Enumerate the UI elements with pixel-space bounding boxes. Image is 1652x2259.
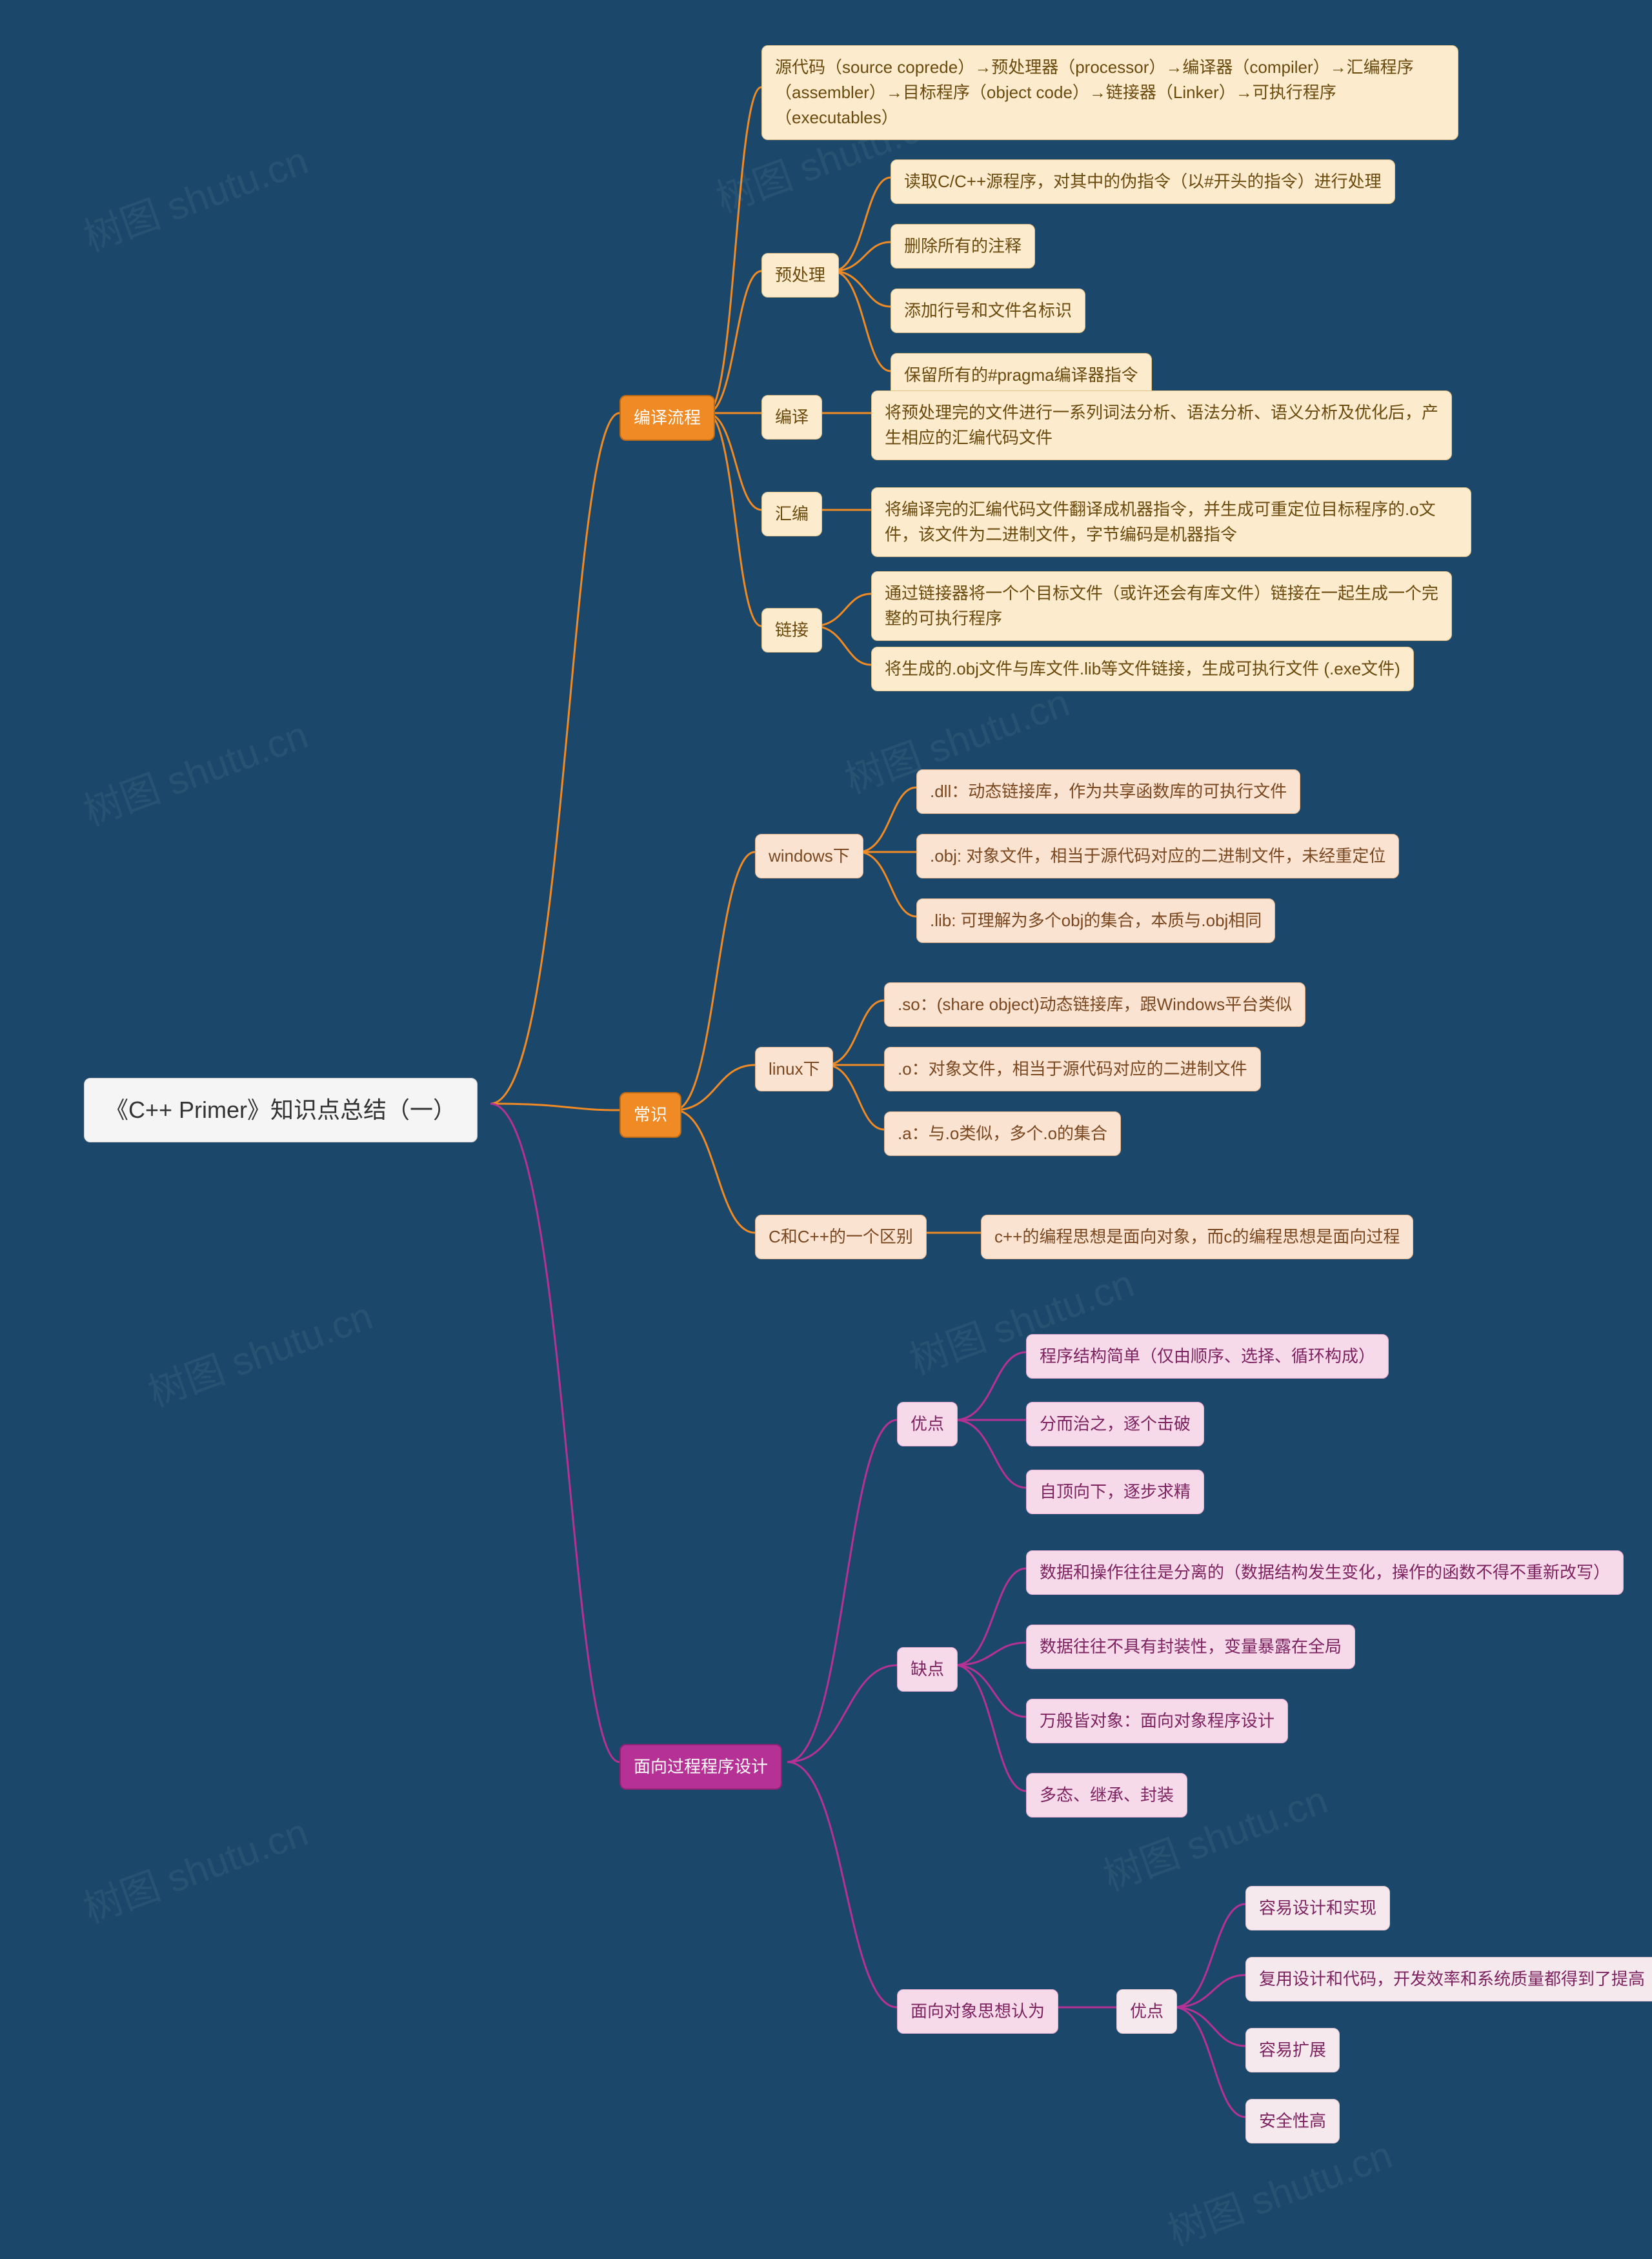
watermark: 树图 shutu.cn [75, 1801, 314, 1934]
leaf-pros-0: 程序结构简单（仅由顺序、选择、循环构成） [1026, 1334, 1389, 1379]
leaf-linux-1: .o：对象文件，相当于源代码对应的二进制文件 [884, 1047, 1261, 1091]
node-compile[interactable]: 编译 [761, 395, 822, 440]
leaf-cons-2: 万般皆对象：面向对象程序设计 [1026, 1699, 1288, 1743]
node-cons[interactable]: 缺点 [897, 1647, 958, 1692]
leaf-link-1: 将生成的.obj文件与库文件.lib等文件链接，生成可执行文件 (.exe文件) [871, 647, 1414, 691]
node-assemble[interactable]: 汇编 [761, 492, 822, 536]
leaf-windows-2: .lib: 可理解为多个obj的集合，本质与.obj相同 [916, 898, 1275, 943]
leaf-preprocess-0: 读取C/C++源程序，对其中的伪指令（以#开头的指令）进行处理 [891, 159, 1395, 204]
leaf-link-0: 通过链接器将一个个目标文件（或许还会有库文件）链接在一起生成一个完整的可执行程序 [871, 571, 1452, 641]
branch-procedural[interactable]: 面向过程程序设计 [620, 1744, 782, 1790]
leaf-windows-0: .dll：动态链接库，作为共享函数库的可执行文件 [916, 769, 1300, 814]
node-cpp-diff[interactable]: C和C++的一个区别 [755, 1215, 927, 1259]
leaf-oo-2: 容易扩展 [1245, 2028, 1340, 2072]
branch-compile-flow[interactable]: 编译流程 [620, 395, 715, 441]
leaf-assemble-desc: 将编译完的汇编代码文件翻译成机器指令，并生成可重定位目标程序的.o文件，该文件为… [871, 487, 1471, 557]
leaf-preprocess-1: 删除所有的注释 [891, 224, 1035, 268]
leaf-cons-3: 多态、继承、封装 [1026, 1773, 1187, 1818]
branch-common-sense[interactable]: 常识 [620, 1092, 681, 1138]
leaf-overview: 源代码（source coprede）→预处理器（processor）→编译器（… [761, 45, 1458, 140]
leaf-linux-0: .so：(share object)动态链接库，跟Windows平台类似 [884, 982, 1305, 1027]
leaf-oo-3: 安全性高 [1245, 2099, 1340, 2143]
node-link[interactable]: 链接 [761, 608, 822, 653]
leaf-cons-0: 数据和操作往往是分离的（数据结构发生变化，操作的函数不得不重新改写） [1026, 1550, 1624, 1595]
root-node[interactable]: 《C++ Primer》知识点总结（一） [84, 1078, 478, 1142]
leaf-compile-desc: 将预处理完的文件进行一系列词法分析、语法分析、语义分析及优化后，产生相应的汇编代… [871, 390, 1452, 460]
node-windows[interactable]: windows下 [755, 834, 863, 878]
leaf-oo-1: 复用设计和代码，开发效率和系统质量都得到了提高 [1245, 1957, 1652, 2001]
node-preprocess[interactable]: 预处理 [761, 253, 839, 298]
leaf-windows-1: .obj: 对象文件，相当于源代码对应的二进制文件，未经重定位 [916, 834, 1399, 878]
node-linux[interactable]: linux下 [755, 1047, 833, 1091]
node-oo-thought[interactable]: 面向对象思想认为 [897, 1989, 1058, 2034]
watermark: 树图 shutu.cn [1159, 2123, 1398, 2256]
leaf-preprocess-2: 添加行号和文件名标识 [891, 289, 1085, 333]
leaf-pros-2: 自顶向下，逐步求精 [1026, 1470, 1204, 1514]
node-oo-pros[interactable]: 优点 [1116, 1989, 1177, 2034]
watermark: 树图 shutu.cn [75, 704, 314, 836]
watermark: 树图 shutu.cn [139, 1284, 379, 1417]
watermark: 树图 shutu.cn [75, 129, 314, 262]
leaf-pros-1: 分而治之，逐个击破 [1026, 1402, 1204, 1446]
leaf-linux-2: .a：与.o类似，多个.o的集合 [884, 1111, 1121, 1156]
leaf-cpp-diff-desc: c++的编程思想是面向对象，而c的编程思想是面向过程 [981, 1215, 1413, 1259]
node-pros[interactable]: 优点 [897, 1402, 958, 1446]
leaf-cons-1: 数据往往不具有封装性，变量暴露在全局 [1026, 1625, 1355, 1669]
leaf-oo-0: 容易设计和实现 [1245, 1886, 1390, 1930]
